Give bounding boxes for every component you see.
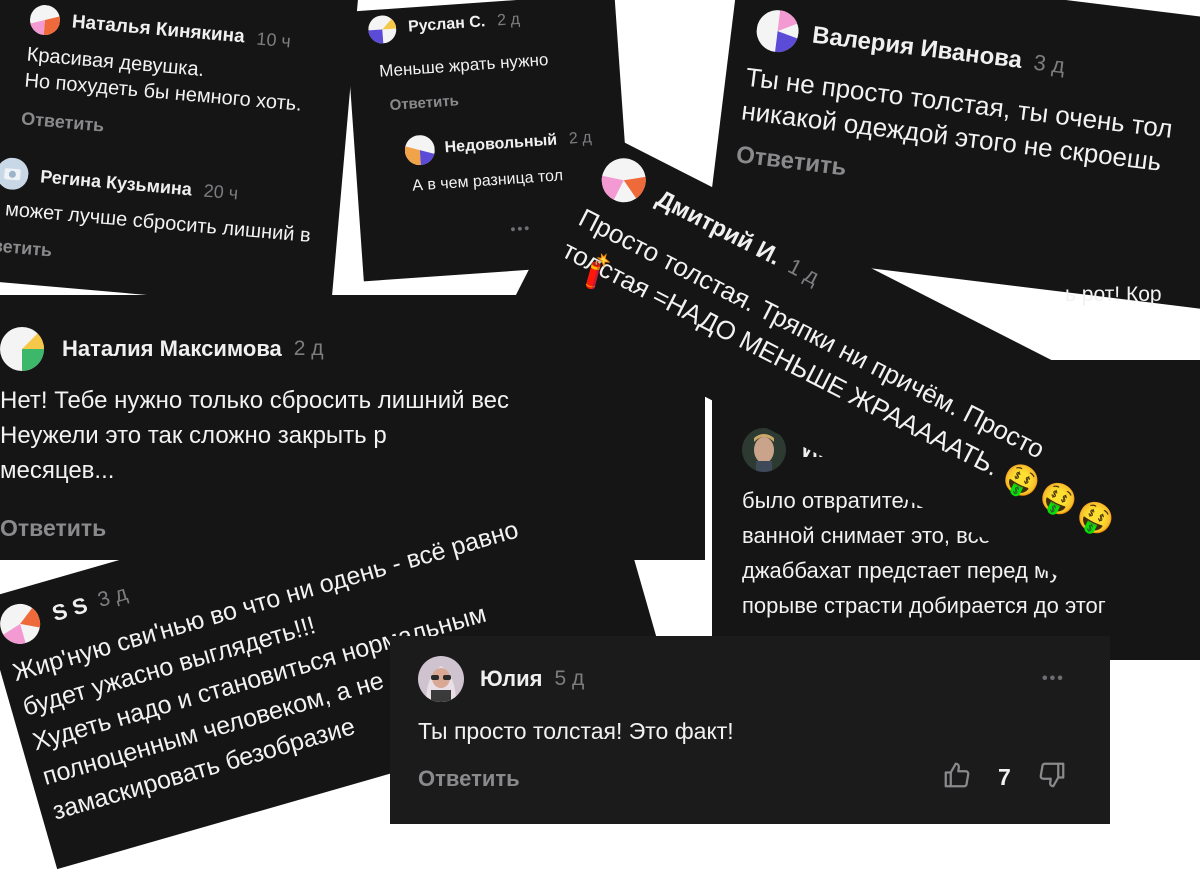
comment-header: Недовольный 2 д — [403, 123, 593, 167]
comment-time: 10 ч — [255, 28, 292, 51]
author-name[interactable]: S S — [49, 592, 90, 627]
comment-time: 1 д — [784, 253, 824, 290]
reply-button[interactable]: Ответить — [418, 766, 520, 792]
comment-time: 2 д — [496, 10, 521, 30]
author-name[interactable]: Регина Кузьмина — [39, 166, 193, 200]
comment-text-line: Неужели это так сложно закрыть р — [0, 422, 387, 449]
comment-time: 2 д — [568, 129, 593, 148]
comment-text-line: порыве страсти добирается до этог — [742, 593, 1106, 618]
comment-text-line: Меньше жрать нужно — [378, 49, 549, 81]
avatar[interactable] — [367, 14, 398, 45]
author-name[interactable]: Наталья Кинякина — [71, 11, 246, 48]
comment-text-fragment: ь рот! Кор — [1065, 283, 1162, 306]
comment-text-line: Нет! Тебе нужно только сбросить лишний в… — [0, 387, 510, 414]
comment-header: Наталия Максимова 2 д — [0, 327, 324, 371]
more-options-button[interactable]: ••• — [510, 220, 532, 237]
more-options-button[interactable]: ••• — [1042, 670, 1065, 688]
thumbs-up-icon[interactable] — [942, 760, 972, 795]
comment-header: Юлия 5 д — [418, 656, 584, 702]
comment-header: Руслан С. 2 д — [367, 6, 521, 45]
camera-icon[interactable] — [0, 156, 30, 192]
reactions: 7 — [942, 760, 1067, 795]
avatar[interactable] — [754, 7, 802, 55]
comment-card-yulia: Юлия 5 д ••• Ты просто толстая! Это факт… — [390, 636, 1110, 824]
author-name[interactable]: Юлия — [480, 666, 542, 692]
avatar[interactable] — [403, 134, 436, 167]
author-name[interactable]: Валерия Иванова — [811, 21, 1024, 75]
comment-time: 5 д — [554, 667, 585, 690]
comment-time: 3 д — [95, 581, 131, 612]
author-name[interactable]: Наталия Максимова — [62, 336, 282, 362]
reply-button[interactable]: тветить — [0, 235, 53, 262]
comment-time: 3 д — [1032, 49, 1067, 79]
avatar[interactable] — [418, 656, 464, 702]
comment-time: 2 д — [293, 337, 324, 360]
reply-button[interactable]: Ответить — [20, 108, 105, 136]
comment-time: 20 ч — [202, 180, 239, 203]
comment-text-line: А в чем разница тол — [411, 167, 564, 195]
avatar[interactable] — [594, 150, 654, 210]
avatar[interactable] — [0, 327, 44, 371]
avatar[interactable] — [28, 3, 62, 37]
like-count: 7 — [998, 764, 1011, 790]
reply-button[interactable]: Ответить — [0, 515, 106, 542]
reply-button[interactable]: Ответить — [735, 141, 848, 182]
author-name[interactable]: Руслан С. — [408, 13, 486, 36]
thumbs-down-icon[interactable] — [1037, 760, 1067, 795]
comment-text-line: месяцев... — [0, 457, 115, 484]
reply-button[interactable]: Ответить — [389, 92, 459, 114]
author-name[interactable]: Недовольный — [444, 132, 558, 158]
comment-card-natalya-k: Наталья Кинякина 10 ч Красивая девушка. … — [0, 0, 359, 312]
comment-text: Ты просто толстая! Это факт! — [418, 718, 734, 744]
avatar[interactable] — [0, 599, 45, 649]
